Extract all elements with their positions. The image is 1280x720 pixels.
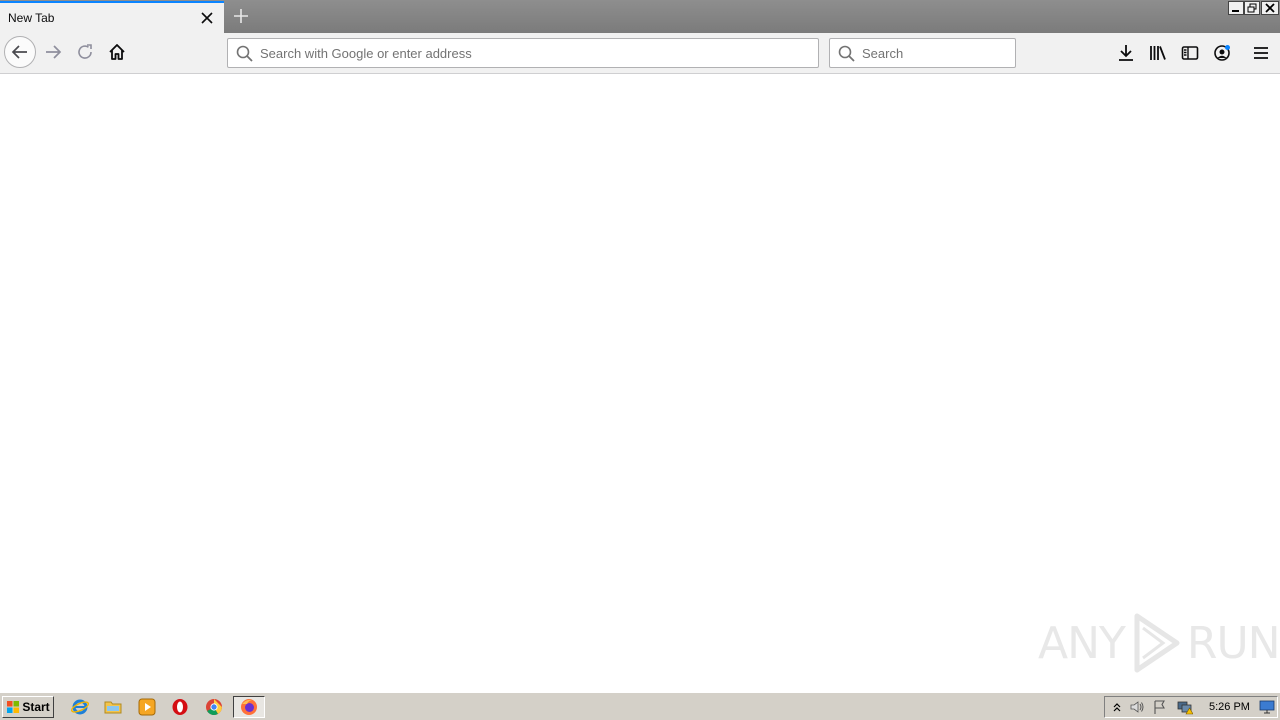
address-input[interactable] <box>260 41 810 65</box>
monitor-icon <box>1259 700 1275 714</box>
library-button[interactable] <box>1142 37 1174 69</box>
menu-icon <box>1254 47 1268 59</box>
home-button[interactable] <box>101 36 133 68</box>
account-icon <box>1214 45 1230 61</box>
search-icon <box>236 45 253 67</box>
navigation-toolbar <box>0 33 1280 74</box>
watermark: ANY RUN <box>1038 612 1280 674</box>
show-desktop-button[interactable] <box>1259 699 1275 715</box>
tab-new-tab[interactable]: New Tab <box>0 1 224 33</box>
windows-logo-icon <box>7 701 20 713</box>
internet-explorer-icon <box>71 699 89 715</box>
back-icon <box>11 45 27 59</box>
close-icon <box>1265 3 1275 13</box>
start-button[interactable]: Start <box>2 696 54 718</box>
minimize-button[interactable] <box>1228 1 1244 15</box>
reload-button[interactable] <box>69 36 101 68</box>
downloads-button[interactable] <box>1110 37 1142 69</box>
forward-icon <box>46 45 62 59</box>
tab-title: New Tab <box>8 11 55 25</box>
file-explorer-icon <box>104 701 122 714</box>
account-button[interactable] <box>1206 37 1238 69</box>
library-icon <box>1150 46 1166 60</box>
chrome-icon <box>206 699 222 715</box>
taskbar-file-explorer[interactable] <box>101 696 125 718</box>
new-tab-button[interactable] <box>229 4 253 28</box>
network-warning-icon <box>1177 701 1193 715</box>
taskbar: Start 5:26 PM <box>0 692 1280 720</box>
menu-button[interactable] <box>1245 37 1277 69</box>
restore-icon <box>1247 3 1257 13</box>
plus-icon <box>234 9 248 23</box>
tray-action-center[interactable] <box>1152 699 1168 715</box>
minimize-icon <box>1232 10 1239 12</box>
flag-icon <box>1154 700 1165 714</box>
tab-close-icon[interactable] <box>199 10 215 26</box>
home-icon <box>109 44 125 60</box>
search-input[interactable] <box>862 41 1007 65</box>
opera-icon <box>172 699 188 715</box>
taskbar-media-player[interactable] <box>135 696 159 718</box>
forward-button[interactable] <box>37 36 69 68</box>
back-button[interactable] <box>4 36 36 68</box>
watermark-right-text: RUN <box>1186 617 1280 669</box>
title-bar: New Tab <box>0 0 1280 33</box>
tray-volume[interactable] <box>1129 699 1145 715</box>
sidebar-button[interactable] <box>1174 37 1206 69</box>
start-label: Start <box>22 700 50 714</box>
page-content <box>0 74 1280 692</box>
sidebar-icon <box>1181 46 1199 60</box>
show-hidden-icons-button[interactable] <box>1109 699 1125 715</box>
downloads-icon <box>1119 45 1133 61</box>
search-icon <box>838 45 855 67</box>
reload-icon <box>78 44 92 59</box>
restore-button[interactable] <box>1244 1 1260 15</box>
address-bar[interactable] <box>227 38 819 68</box>
firefox-icon <box>241 699 257 715</box>
taskbar-internet-explorer[interactable] <box>68 696 92 718</box>
system-tray: 5:26 PM <box>1104 696 1278 718</box>
tray-network[interactable] <box>1177 699 1193 715</box>
close-window-button[interactable] <box>1261 1 1279 15</box>
taskbar-firefox[interactable] <box>233 696 265 718</box>
watermark-left-text: ANY <box>1038 617 1126 669</box>
play-logo-icon <box>1134 613 1180 673</box>
taskbar-chrome[interactable] <box>202 696 226 718</box>
speaker-icon <box>1130 701 1144 713</box>
media-player-icon <box>138 698 156 716</box>
clock[interactable]: 5:26 PM <box>1209 701 1250 713</box>
search-bar[interactable] <box>829 38 1016 68</box>
taskbar-opera[interactable] <box>168 696 192 718</box>
chevron-up-icon <box>1113 703 1121 712</box>
